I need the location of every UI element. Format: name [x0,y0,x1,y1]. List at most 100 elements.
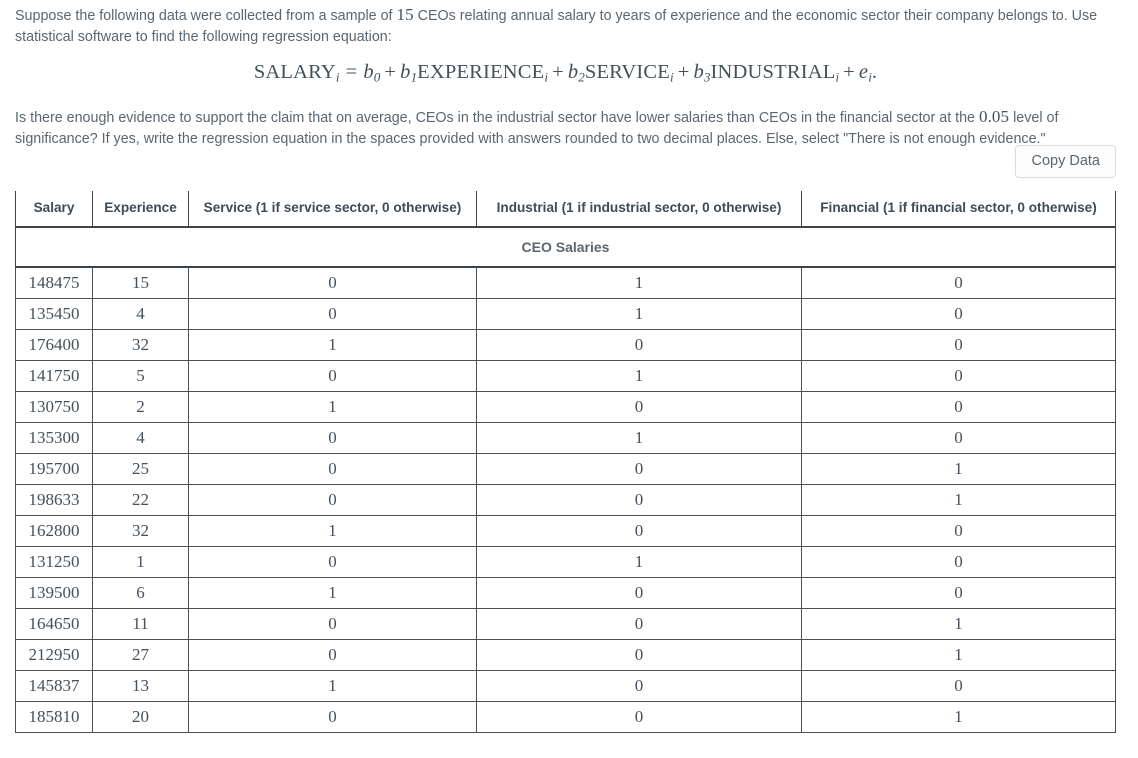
table-row: 164650 11 0 0 1 [15,608,1116,640]
cell-financial: 0 [801,360,1116,392]
table-row: 195700 25 0 0 1 [15,453,1116,485]
cell-financial: 0 [801,577,1116,609]
cell-experience: 15 [92,266,189,299]
cell-service: 1 [188,391,477,423]
cell-service: 0 [188,298,477,330]
cell-industrial: 1 [476,360,802,392]
sample-size-value: 15 [396,5,414,24]
table-row: 139500 6 1 0 0 [15,577,1116,609]
cell-salary: 145837 [15,670,93,702]
cell-experience: 32 [92,329,189,361]
table-caption-row: CEO Salaries [15,226,1116,268]
cell-salary: 212950 [15,639,93,671]
cell-service: 0 [188,546,477,578]
cell-industrial: 0 [476,577,802,609]
problem-paragraph-1: Suppose the following data were collecte… [15,0,1116,48]
equation-plus-4: + [843,61,855,83]
equation-error-term: e [858,61,869,83]
column-header-salary: Salary [15,191,93,228]
equation-plus-2: + [552,61,564,83]
cell-industrial: 0 [476,329,802,361]
equation-b0-coef: b [363,61,374,83]
cell-industrial: 1 [476,546,802,578]
table-row: 135300 4 0 1 0 [15,422,1116,454]
cell-salary: 135450 [15,298,93,330]
cell-industrial: 0 [476,639,802,671]
cell-financial: 1 [801,701,1116,733]
cell-experience: 25 [92,453,189,485]
cell-industrial: 1 [476,298,802,330]
equation-service-var: SERVICE [584,61,671,83]
column-header-financial: Financial (1 if financial sector, 0 othe… [801,191,1116,228]
cell-experience: 22 [92,484,189,516]
cell-financial: 1 [801,453,1116,485]
equation-lhs: SALARY [253,61,336,83]
cell-salary: 164650 [15,608,93,640]
cell-salary: 195700 [15,453,93,485]
cell-service: 0 [188,639,477,671]
regression-equation: SALARYi = b0 + b1EXPERIENCEi + b2SERVICEi + b3IN… [254,61,877,86]
table-head: Salary Experience Service (1 if service … [15,191,1116,228]
table-row: 130750 2 1 0 0 [15,391,1116,423]
ceo-salaries-table: CEO Salaries Salary Experience Service (… [15,191,1116,733]
cell-experience: 32 [92,515,189,547]
cell-financial: 0 [801,670,1116,702]
problem-page: Suppose the following data were collecte… [0,0,1138,758]
cell-experience: 13 [92,670,189,702]
cell-service: 1 [188,670,477,702]
column-header-experience: Experience [92,191,189,228]
cell-financial: 0 [801,391,1116,423]
cell-service: 0 [188,422,477,454]
equation-experience-var: EXPERIENCE [417,61,545,83]
table-row: 185810 20 0 0 1 [15,701,1116,733]
paragraph-1-text-a: Suppose the following data were collecte… [15,8,397,24]
copy-data-button[interactable]: Copy Data [1015,145,1116,178]
ceo-salaries-table-container: CEO Salaries Salary Experience Service (… [15,191,1116,733]
cell-financial: 1 [801,484,1116,516]
cell-salary: 130750 [15,391,93,423]
toolbar: Copy Data [1015,145,1116,178]
cell-experience: 5 [92,360,189,392]
equation-equals: = [345,61,358,83]
table-caption-group: CEO Salaries [15,226,1116,268]
table-body: 148475 15 0 1 0 135450 4 0 1 0 176400 32 1 0 0 141750 5 0… [15,266,1116,733]
cell-service: 0 [188,701,477,733]
cell-salary: 139500 [15,577,93,609]
cell-financial: 0 [801,515,1116,547]
cell-salary: 148475 [15,266,93,299]
equation-lhs-subscript: i [335,69,340,85]
cell-financial: 0 [801,298,1116,330]
cell-experience: 2 [92,391,189,423]
cell-industrial: 0 [476,453,802,485]
table-header-row: Salary Experience Service (1 if service … [15,191,1116,228]
cell-experience: 27 [92,639,189,671]
cell-industrial: 1 [476,422,802,454]
equation-plus-3: + [677,61,690,83]
cell-service: 0 [188,266,477,299]
cell-industrial: 0 [476,391,802,423]
cell-service: 0 [188,360,477,392]
cell-service: 1 [188,329,477,361]
cell-experience: 4 [92,422,189,454]
cell-industrial: 0 [476,515,802,547]
cell-salary: 176400 [15,329,93,361]
cell-salary: 198633 [15,484,93,516]
cell-experience: 11 [92,608,189,640]
cell-industrial: 0 [476,701,802,733]
cell-financial: 0 [801,329,1116,361]
problem-statement: Suppose the following data were collecte… [0,0,1138,150]
equation-b1-coef: b [400,61,411,83]
cell-salary: 131250 [15,546,93,578]
table-row: 141750 5 0 1 0 [15,360,1116,392]
paragraph-3-text-a: Is there enough evidence to support the … [15,109,979,126]
equation-plus-1: + [384,61,397,83]
cell-service: 1 [188,515,477,547]
column-header-industrial: Industrial (1 if industrial sector, 0 ot… [476,191,802,228]
cell-experience: 6 [92,577,189,609]
equation-b2-coef: b [567,61,579,83]
cell-service: 1 [188,577,477,609]
column-header-service: Service (1 if service sector, 0 otherwis… [188,191,477,228]
problem-paragraph-2: Is there enough evidence to support the … [15,88,1116,150]
table-row: 145837 13 1 0 0 [15,670,1116,702]
cell-financial: 1 [801,639,1116,671]
